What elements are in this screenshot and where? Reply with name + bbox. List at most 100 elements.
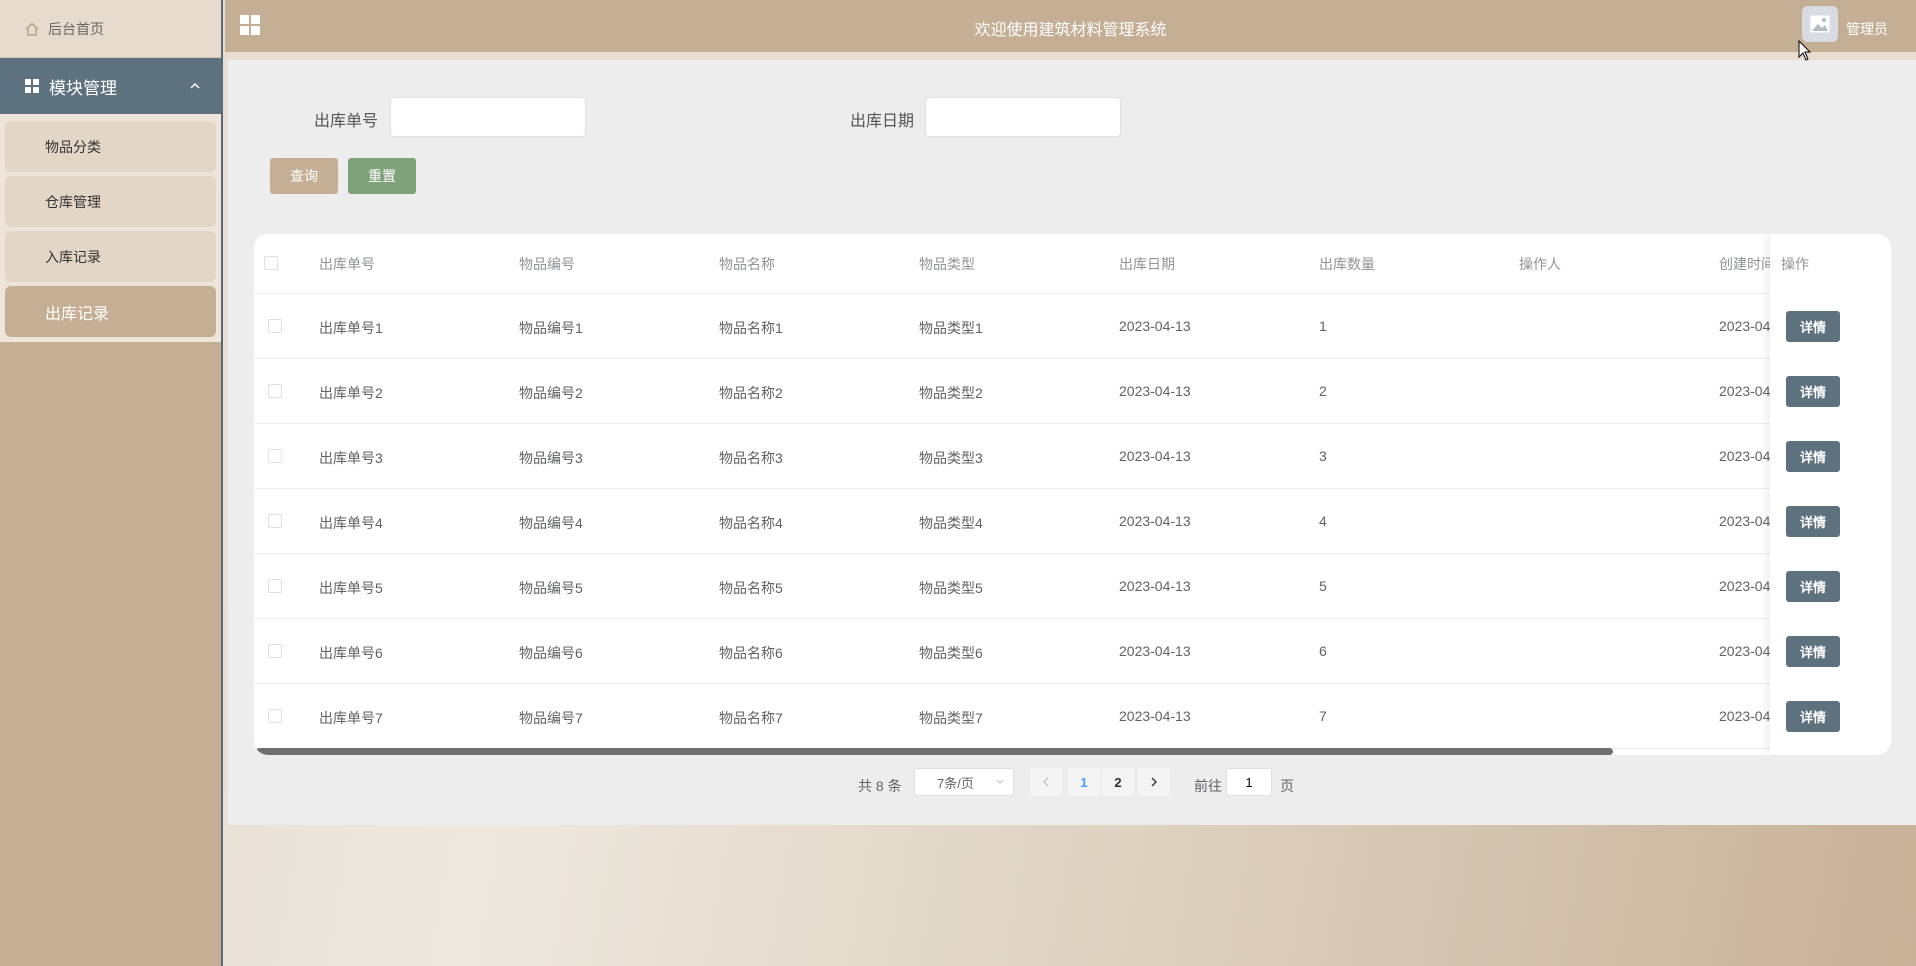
table-cell: 物品类型1 xyxy=(919,320,983,336)
reset-button[interactable]: 重置 xyxy=(348,158,416,194)
total-count: 共 8 条 xyxy=(858,778,902,794)
table-cell: 物品名称7 xyxy=(719,710,783,726)
chevron-left-icon xyxy=(1043,777,1049,787)
column-header[interactable]: 物品类型 xyxy=(919,254,975,274)
sidebar-item-label: 后台首页 xyxy=(48,20,104,37)
table-cell: 物品编号5 xyxy=(519,580,583,596)
table-cell: 物品编号7 xyxy=(519,710,583,726)
table-cell: 物品类型7 xyxy=(919,710,983,726)
main-panel: 出库单号 出库日期 查询 重置 出库单号 物品编号 物品名称 物品类型 出库日期… xyxy=(228,60,1916,825)
avatar[interactable] xyxy=(1802,6,1838,42)
sidebar-item-label: 物品分类 xyxy=(45,138,101,155)
row-checkbox[interactable] xyxy=(268,709,282,723)
sidebar-item-home[interactable]: 后台首页 xyxy=(0,0,221,58)
row-checkbox[interactable] xyxy=(268,579,282,593)
sidebar-submenu: 物品分类 仓库管理 入库记录 出库记录 xyxy=(0,114,221,342)
table-row: 出库单号5 物品编号5 物品名称5 物品类型5 2023-04-13 5 2023-04- xyxy=(254,554,1891,619)
operations-column: 操作 详情 详情 详情 详情 详情 详情 详情 xyxy=(1770,234,1891,755)
table-header: 出库单号 物品编号 物品名称 物品类型 出库日期 出库数量 操作人 创建时间 xyxy=(254,234,1891,294)
column-header[interactable]: 出库单号 xyxy=(319,254,375,274)
detail-button[interactable]: 详情 xyxy=(1786,506,1840,537)
row-checkbox[interactable] xyxy=(268,384,282,398)
sidebar-item-outbound[interactable]: 出库记录 xyxy=(5,286,216,337)
table-cell: 出库单号3 xyxy=(319,450,383,466)
chevron-right-icon xyxy=(1151,777,1157,787)
sidebar-module-toggle[interactable]: 模块管理 xyxy=(0,58,221,114)
chevron-down-icon xyxy=(995,775,1005,792)
table-cell: 2023-04- xyxy=(1719,448,1776,464)
table-cell: 2023-04- xyxy=(1719,578,1776,594)
sidebar-item-category[interactable]: 物品分类 xyxy=(5,121,216,172)
chevron-up-icon xyxy=(189,80,201,92)
column-header[interactable]: 出库数量 xyxy=(1319,254,1375,274)
table-cell: 物品名称6 xyxy=(719,645,783,661)
table-cell: 物品编号2 xyxy=(519,385,583,401)
home-icon xyxy=(24,21,40,37)
table-cell: 物品名称5 xyxy=(719,580,783,596)
detail-button[interactable]: 详情 xyxy=(1786,311,1840,342)
goto-page-input[interactable] xyxy=(1226,768,1272,796)
table-cell: 物品类型6 xyxy=(919,645,983,661)
table-cell: 出库单号5 xyxy=(319,580,383,596)
table-cell: 2023-04-13 xyxy=(1119,383,1191,399)
detail-button[interactable]: 详情 xyxy=(1786,441,1840,472)
detail-button[interactable]: 详情 xyxy=(1786,701,1840,732)
detail-button[interactable]: 详情 xyxy=(1786,571,1840,602)
column-header[interactable]: 操作人 xyxy=(1519,254,1561,274)
sidebar-item-warehouse[interactable]: 仓库管理 xyxy=(5,176,216,227)
table-row: 出库单号4 物品编号4 物品名称4 物品类型4 2023-04-13 4 2023-04- xyxy=(254,489,1891,554)
column-header[interactable]: 出库日期 xyxy=(1119,254,1175,274)
page-button-2[interactable]: 2 xyxy=(1102,768,1134,796)
next-page-button[interactable] xyxy=(1138,768,1170,796)
table-cell: 2023-04- xyxy=(1719,513,1776,529)
column-header[interactable]: 创建时间 xyxy=(1719,254,1775,274)
detail-button[interactable]: 详情 xyxy=(1786,376,1840,407)
table-cell: 7 xyxy=(1319,708,1327,724)
column-header: 操作 xyxy=(1781,256,1809,272)
column-header[interactable]: 物品名称 xyxy=(719,254,775,274)
sidebar: 后台首页 模块管理 物品分类 仓库管理 入库记录 出库记录 xyxy=(0,0,223,966)
page-button-1[interactable]: 1 xyxy=(1068,768,1100,796)
page-size-select[interactable]: 7条/页 xyxy=(914,768,1014,796)
table-cell: 2023-04- xyxy=(1719,383,1776,399)
column-header[interactable]: 物品编号 xyxy=(519,254,575,274)
goto-label: 前往 xyxy=(1194,778,1222,794)
table-cell: 物品名称3 xyxy=(719,450,783,466)
sidebar-item-inbound[interactable]: 入库记录 xyxy=(5,231,216,282)
table-cell: 物品类型4 xyxy=(919,515,983,531)
table-cell: 2023-04-13 xyxy=(1119,578,1191,594)
table-cell: 5 xyxy=(1319,578,1327,594)
sidebar-item-label: 仓库管理 xyxy=(45,193,101,210)
sidebar-module-label: 模块管理 xyxy=(49,78,117,98)
user-name[interactable]: 管理员 xyxy=(1846,19,1888,39)
sidebar-item-label: 出库记录 xyxy=(45,305,110,323)
select-all-checkbox[interactable] xyxy=(264,256,278,270)
table-cell: 2023-04-13 xyxy=(1119,318,1191,334)
table-cell: 2023-04-13 xyxy=(1119,643,1191,659)
page-title: 欢迎使用建筑材料管理系统 xyxy=(974,22,1167,39)
horizontal-scrollbar[interactable] xyxy=(256,748,1613,755)
row-checkbox[interactable] xyxy=(268,449,282,463)
row-checkbox[interactable] xyxy=(268,644,282,658)
detail-button[interactable]: 详情 xyxy=(1786,636,1840,667)
table-cell: 2023-04- xyxy=(1719,643,1776,659)
table-cell: 2023-04-13 xyxy=(1119,448,1191,464)
row-checkbox[interactable] xyxy=(268,514,282,528)
table-cell: 出库单号6 xyxy=(319,645,383,661)
outbound-date-label: 出库日期 xyxy=(850,113,915,130)
outbound-no-input[interactable] xyxy=(390,97,586,137)
image-icon xyxy=(1810,15,1830,33)
table-cell: 2 xyxy=(1319,383,1327,399)
grid-icon xyxy=(24,78,40,94)
outbound-date-input[interactable] xyxy=(925,97,1121,137)
table-cell: 2023-04-13 xyxy=(1119,513,1191,529)
prev-page-button[interactable] xyxy=(1030,768,1062,796)
table-cell: 6 xyxy=(1319,643,1327,659)
header: 欢迎使用建筑材料管理系统 管理员 xyxy=(225,0,1916,60)
row-checkbox[interactable] xyxy=(268,319,282,333)
outbound-no-label: 出库单号 xyxy=(314,113,379,130)
table-cell: 物品名称4 xyxy=(719,515,783,531)
query-button[interactable]: 查询 xyxy=(270,158,338,194)
table-cell: 物品名称1 xyxy=(719,320,783,336)
sidebar-item-label: 入库记录 xyxy=(45,248,101,265)
